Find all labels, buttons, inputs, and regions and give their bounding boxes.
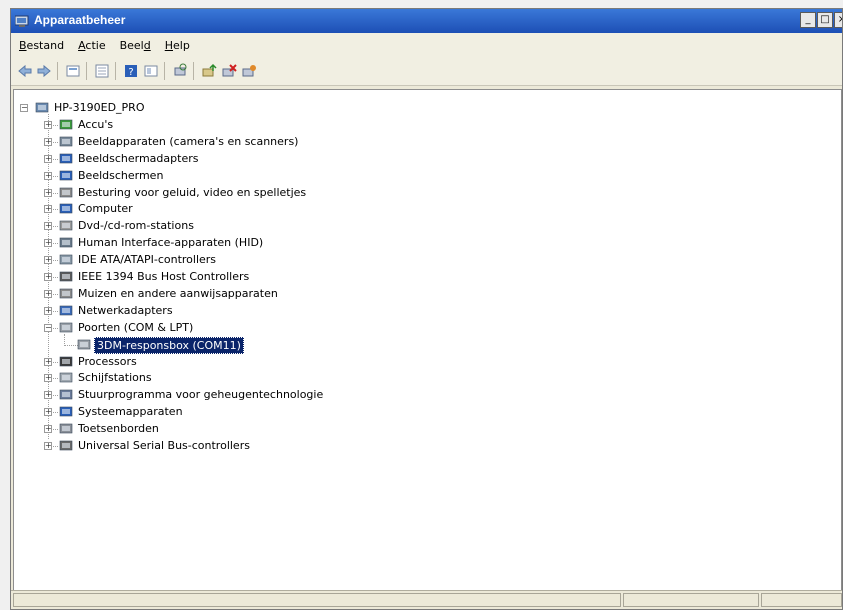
expander-10[interactable]: +: [44, 289, 52, 298]
usb-icon: [59, 440, 73, 451]
maximize-button[interactable]: □: [817, 12, 833, 28]
expander-root[interactable]: −: [20, 104, 28, 112]
expander-0[interactable]: +: [44, 120, 52, 129]
expander-18[interactable]: +: [44, 425, 52, 434]
tree-item-label[interactable]: Dvd-/cd-rom-stations: [76, 218, 196, 233]
computer-root-icon: [35, 102, 49, 113]
tree-item-label[interactable]: Netwerkadapters: [76, 303, 175, 318]
camera-icon: [59, 136, 73, 147]
processor-icon: [59, 356, 73, 366]
tree-item-label[interactable]: 3DM-responsbox (COM11): [94, 336, 244, 354]
device-tree[interactable]: − HP-3190ED_PRO + Accu's + Beeldapparaten (ca…: [13, 89, 842, 591]
expander-12[interactable]: −: [44, 323, 52, 332]
expander-11[interactable]: +: [44, 306, 52, 315]
port-icon: [59, 322, 73, 332]
uninstall-icon[interactable]: [221, 63, 237, 79]
menu-bestand[interactable]: Bestand: [19, 39, 64, 52]
expander-1[interactable]: +: [44, 137, 52, 146]
toolbar: ?: [11, 57, 842, 86]
expander-8[interactable]: +: [44, 256, 52, 265]
scan-hardware-icon[interactable]: [172, 63, 188, 79]
svg-text:?: ?: [128, 67, 133, 78]
system-icon: [59, 406, 73, 417]
expander-2[interactable]: +: [44, 154, 52, 163]
expander-14[interactable]: +: [44, 357, 52, 366]
keyboard-icon: [59, 423, 73, 434]
tree-item-label[interactable]: Stuurprogramma voor geheugentechnologie: [76, 387, 325, 402]
tree-item-label[interactable]: Muizen en andere aanwijsapparaten: [76, 286, 280, 301]
tree-root-label[interactable]: HP-3190ED_PRO: [52, 100, 146, 115]
dvd-icon: [59, 220, 73, 231]
expander-4[interactable]: +: [44, 188, 52, 197]
close-button[interactable]: ×: [834, 12, 842, 28]
expander-17[interactable]: +: [44, 408, 52, 417]
tree-item-label[interactable]: Processors: [76, 354, 139, 369]
tree-item-label[interactable]: Beeldschermadapters: [76, 151, 200, 166]
tree-item-label[interactable]: Beeldschermen: [76, 168, 165, 183]
port-device-icon: [77, 339, 91, 349]
hid-icon: [59, 237, 73, 248]
display-adapter-icon: [59, 153, 73, 163]
computer-icon: [59, 204, 73, 214]
expander-19[interactable]: +: [44, 442, 52, 450]
view-icon[interactable]: [143, 63, 159, 79]
help-icon[interactable]: ?: [123, 63, 139, 79]
tree-item-label[interactable]: Systeemapparaten: [76, 404, 185, 419]
disk-icon: [59, 373, 73, 383]
properties-icon[interactable]: [65, 63, 81, 79]
tree-item-label[interactable]: Beeldapparaten (camera's en scanners): [76, 134, 300, 149]
update-driver-icon[interactable]: [201, 63, 217, 79]
status-bar: [11, 590, 842, 609]
tree-item-label[interactable]: IDE ATA/ATAPI-controllers: [76, 252, 218, 267]
tree-item-label[interactable]: Computer: [76, 201, 135, 216]
tree-item-label[interactable]: Poorten (COM & LPT): [76, 320, 195, 335]
expander-6[interactable]: +: [44, 222, 52, 231]
status-pane-main: [13, 593, 621, 607]
tree-item-label[interactable]: Human Interface-apparaten (HID): [76, 235, 265, 250]
network-icon: [59, 305, 73, 316]
window-title: Apparaatbeheer: [34, 13, 126, 27]
tree-item-label[interactable]: Besturing voor geluid, video en spelletj…: [76, 185, 308, 200]
menu-actie[interactable]: Actie: [78, 39, 106, 52]
sound-icon: [59, 187, 73, 197]
disable-icon[interactable]: [241, 63, 257, 79]
expander-15[interactable]: +: [44, 374, 52, 383]
ide-icon: [59, 254, 73, 265]
expander-3[interactable]: +: [44, 171, 52, 180]
expander-16[interactable]: +: [44, 391, 52, 400]
tree-item-label[interactable]: Accu's: [76, 117, 115, 132]
memory-icon: [59, 389, 73, 400]
menu-help[interactable]: Help: [165, 39, 190, 52]
tree-item-label[interactable]: Schijfstations: [76, 370, 154, 385]
mouse-icon: [59, 288, 73, 299]
back-icon[interactable]: [17, 63, 33, 79]
status-pane-right: [761, 593, 842, 607]
list-icon[interactable]: [94, 63, 110, 79]
title-bar[interactable]: Apparaatbeheer _ □ ×: [11, 9, 842, 33]
firewire-icon: [59, 271, 73, 282]
menu-beeld[interactable]: Beeld: [120, 39, 151, 52]
status-pane-middle: [623, 593, 759, 607]
device-manager-window: Apparaatbeheer _ □ × Bestand Actie Beeld He…: [10, 8, 843, 610]
device-manager-icon: [15, 15, 29, 27]
monitor-icon: [59, 170, 73, 180]
battery-icon: [59, 119, 73, 130]
expander-9[interactable]: +: [44, 273, 52, 281]
tree-item-label[interactable]: Toetsenborden: [76, 421, 161, 436]
expander-5[interactable]: +: [44, 205, 52, 214]
forward-icon[interactable]: [36, 63, 52, 79]
expander-7[interactable]: +: [44, 239, 52, 248]
tree-item-label[interactable]: IEEE 1394 Bus Host Controllers: [76, 269, 251, 284]
menu-bar: Bestand Actie Beeld Help: [11, 33, 842, 58]
minimize-button[interactable]: _: [800, 12, 816, 28]
tree-item-label[interactable]: Universal Serial Bus-controllers: [76, 438, 252, 453]
